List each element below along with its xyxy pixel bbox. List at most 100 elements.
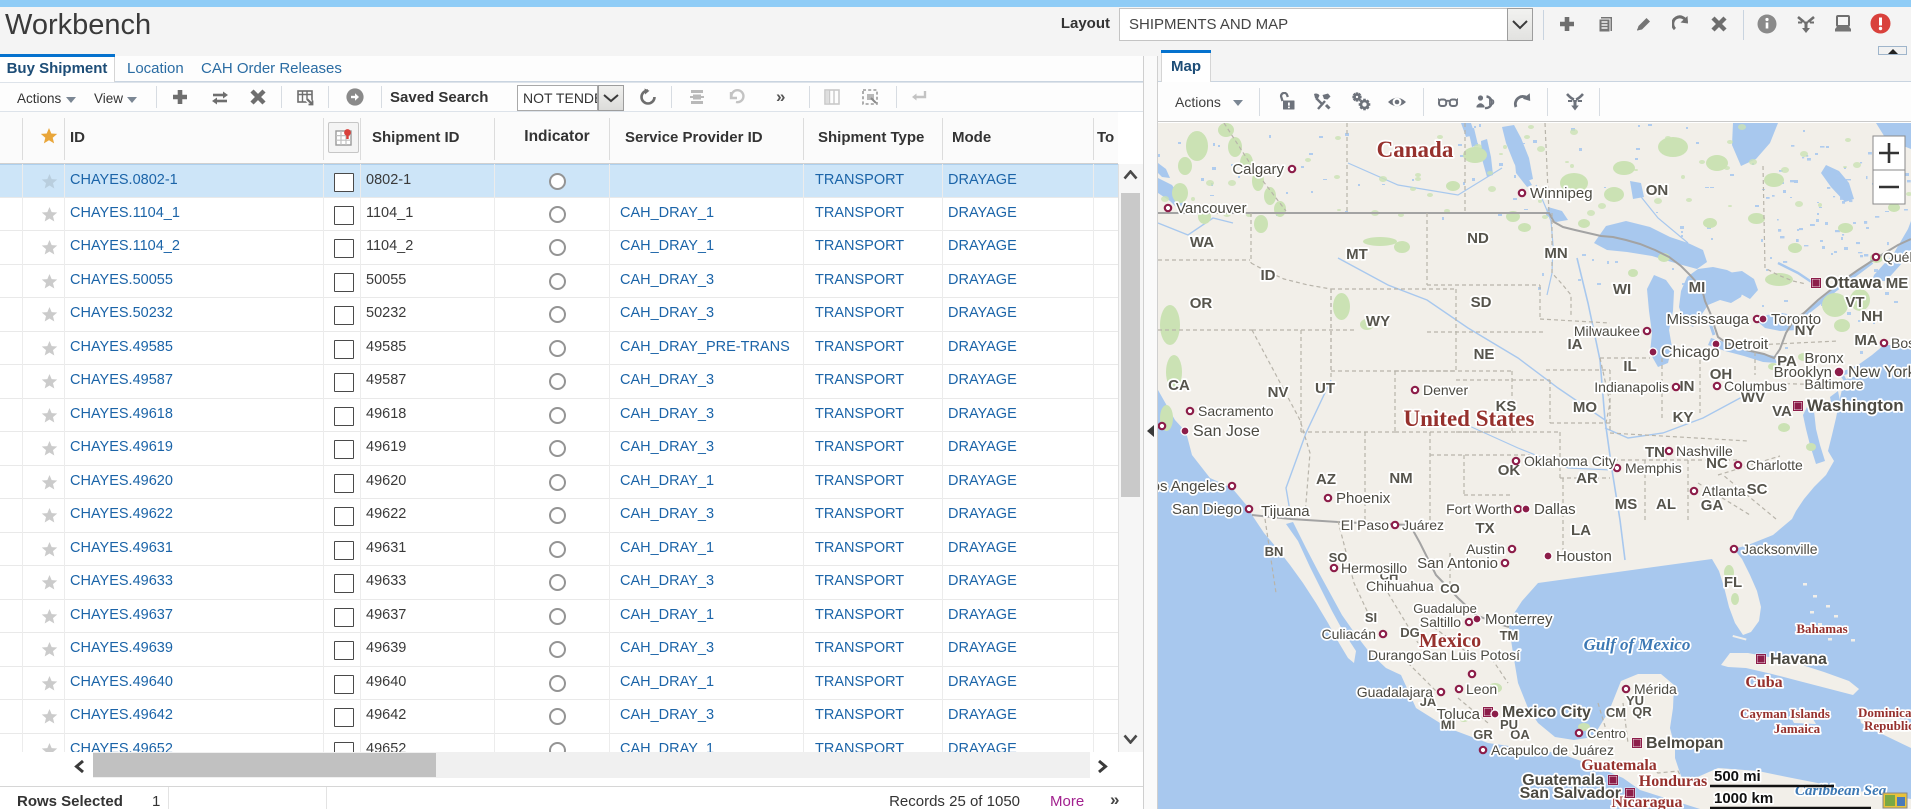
svg-text:Houston: Houston [1556, 548, 1612, 565]
svg-text:Vancouver: Vancouver [1176, 200, 1247, 217]
svg-text:WI: WI [1613, 281, 1631, 298]
svg-text:GA: GA [1701, 497, 1724, 514]
svg-text:Mérida: Mérida [1634, 681, 1677, 697]
svg-text:NM: NM [1389, 470, 1412, 487]
svg-text:Mississauga: Mississauga [1666, 311, 1749, 328]
svg-text:Havana: Havana [1770, 651, 1827, 668]
svg-text:Atlanta: Atlanta [1702, 483, 1746, 499]
svg-text:San Diego: San Diego [1172, 501, 1242, 518]
svg-text:AR: AR [1576, 470, 1598, 487]
svg-text:NV: NV [1268, 384, 1289, 401]
svg-text:El Paso: El Paso [1341, 517, 1389, 533]
svg-text:Phoenix: Phoenix [1336, 490, 1391, 507]
svg-text:MA: MA [1854, 332, 1877, 349]
svg-text:Cuba: Cuba [1745, 674, 1782, 691]
svg-text:Guadalajara: Guadalajara [1357, 684, 1433, 700]
svg-text:Toluca: Toluca [1437, 706, 1481, 723]
svg-text:Toronto: Toronto [1771, 311, 1821, 328]
svg-text:Centro: Centro [1587, 726, 1626, 741]
svg-text:Cayman Islands: Cayman Islands [1740, 706, 1830, 721]
svg-text:Denver: Denver [1423, 382, 1468, 398]
svg-text:Leon: Leon [1466, 681, 1497, 697]
svg-text:Indianapolis: Indianapolis [1594, 379, 1669, 395]
svg-text:MO: MO [1573, 399, 1597, 416]
svg-text:MI: MI [1689, 279, 1706, 296]
svg-text:Calgary: Calgary [1232, 161, 1284, 178]
svg-text:Acapulco de Juárez: Acapulco de Juárez [1491, 742, 1614, 758]
svg-text:Sacramento: Sacramento [1198, 403, 1274, 419]
svg-text:TX: TX [1475, 520, 1494, 537]
svg-text:Los Angeles: Los Angeles [1158, 478, 1225, 495]
svg-text:SD: SD [1471, 294, 1492, 311]
svg-text:Tijuana: Tijuana [1261, 503, 1310, 520]
svg-text:ND: ND [1467, 230, 1489, 247]
svg-text:IN: IN [1680, 378, 1695, 395]
svg-text:CO: CO [1440, 581, 1460, 596]
svg-text:MT: MT [1346, 246, 1368, 263]
svg-text:San Luis Potosí: San Luis Potosí [1422, 647, 1520, 663]
svg-text:KY: KY [1673, 409, 1694, 426]
svg-text:OR: OR [1190, 295, 1213, 312]
svg-text:Memphis: Memphis [1625, 460, 1682, 476]
svg-text:Monterrey: Monterrey [1485, 611, 1553, 628]
svg-text:Republic: Republic [1864, 718, 1911, 733]
svg-text:Chihuahua: Chihuahua [1366, 578, 1434, 594]
svg-text:MN: MN [1544, 245, 1567, 262]
svg-text:Nicaragua: Nicaragua [1611, 794, 1682, 809]
svg-text:Fort Worth: Fort Worth [1446, 501, 1512, 517]
svg-text:DG: DG [1400, 625, 1420, 640]
svg-text:Culiacán: Culiacán [1322, 626, 1376, 642]
svg-text:FL: FL [1724, 574, 1742, 591]
svg-text:Belmopan: Belmopan [1646, 735, 1723, 752]
svg-text:Baltimore: Baltimore [1804, 376, 1863, 392]
svg-text:Durango: Durango [1368, 647, 1422, 663]
svg-text:Washington: Washington [1807, 396, 1904, 415]
svg-text:1000 km: 1000 km [1714, 790, 1773, 807]
svg-text:Detroit: Detroit [1724, 336, 1769, 353]
svg-text:QR: QR [1632, 704, 1652, 719]
svg-text:San Salvador: San Salvador [1520, 785, 1621, 802]
svg-text:San Jose: San Jose [1193, 423, 1260, 440]
svg-text:ID: ID [1261, 267, 1276, 284]
svg-text:Winnipeg: Winnipeg [1530, 185, 1593, 202]
svg-text:Hermosillo: Hermosillo [1341, 560, 1407, 576]
svg-text:AL: AL [1656, 496, 1676, 513]
svg-text:Charlotte: Charlotte [1746, 457, 1803, 473]
svg-text:CM: CM [1606, 705, 1626, 720]
svg-text:LA: LA [1571, 522, 1591, 539]
svg-text:500 mi: 500 mi [1714, 768, 1761, 785]
svg-text:Oklahoma City: Oklahoma City [1524, 453, 1616, 469]
svg-text:Juárez: Juárez [1402, 517, 1444, 533]
svg-text:Chicago: Chicago [1661, 344, 1720, 361]
svg-text:SC: SC [1747, 481, 1768, 498]
svg-text:San Antonio: San Antonio [1417, 555, 1498, 572]
svg-text:Québec: Québec [1883, 249, 1911, 265]
svg-text:NH: NH [1861, 308, 1883, 325]
svg-text:Canada: Canada [1377, 137, 1454, 162]
svg-text:Jacksonville: Jacksonville [1742, 541, 1818, 557]
svg-text:Nashville: Nashville [1676, 443, 1733, 459]
svg-text:WY: WY [1366, 313, 1390, 330]
svg-text:Boston: Boston [1891, 335, 1911, 351]
svg-text:WA: WA [1190, 234, 1214, 251]
svg-text:AZ: AZ [1316, 471, 1336, 488]
svg-text:MS: MS [1615, 496, 1638, 513]
svg-text:Jamaica: Jamaica [1774, 721, 1821, 736]
svg-text:D: D [1489, 97, 1495, 107]
svg-text:Dallas: Dallas [1534, 501, 1576, 518]
svg-text:IL: IL [1623, 358, 1636, 375]
svg-text:VA: VA [1772, 403, 1792, 420]
svg-text:TN: TN [1645, 444, 1665, 461]
svg-text:SI: SI [1365, 610, 1377, 625]
svg-text:NE: NE [1474, 346, 1495, 363]
svg-text:ME: ME [1886, 275, 1909, 292]
svg-text:Ottawa: Ottawa [1825, 273, 1882, 292]
svg-text:Columbus: Columbus [1724, 378, 1787, 394]
svg-text:KS: KS [1496, 398, 1517, 415]
svg-text:Gulf of Mexico: Gulf of Mexico [1584, 635, 1691, 654]
svg-text:TM: TM [1500, 628, 1519, 643]
svg-text:GR: GR [1473, 727, 1493, 742]
svg-text:BN: BN [1265, 544, 1284, 559]
svg-text:Bronx: Bronx [1804, 350, 1844, 367]
svg-text:UT: UT [1315, 380, 1335, 397]
